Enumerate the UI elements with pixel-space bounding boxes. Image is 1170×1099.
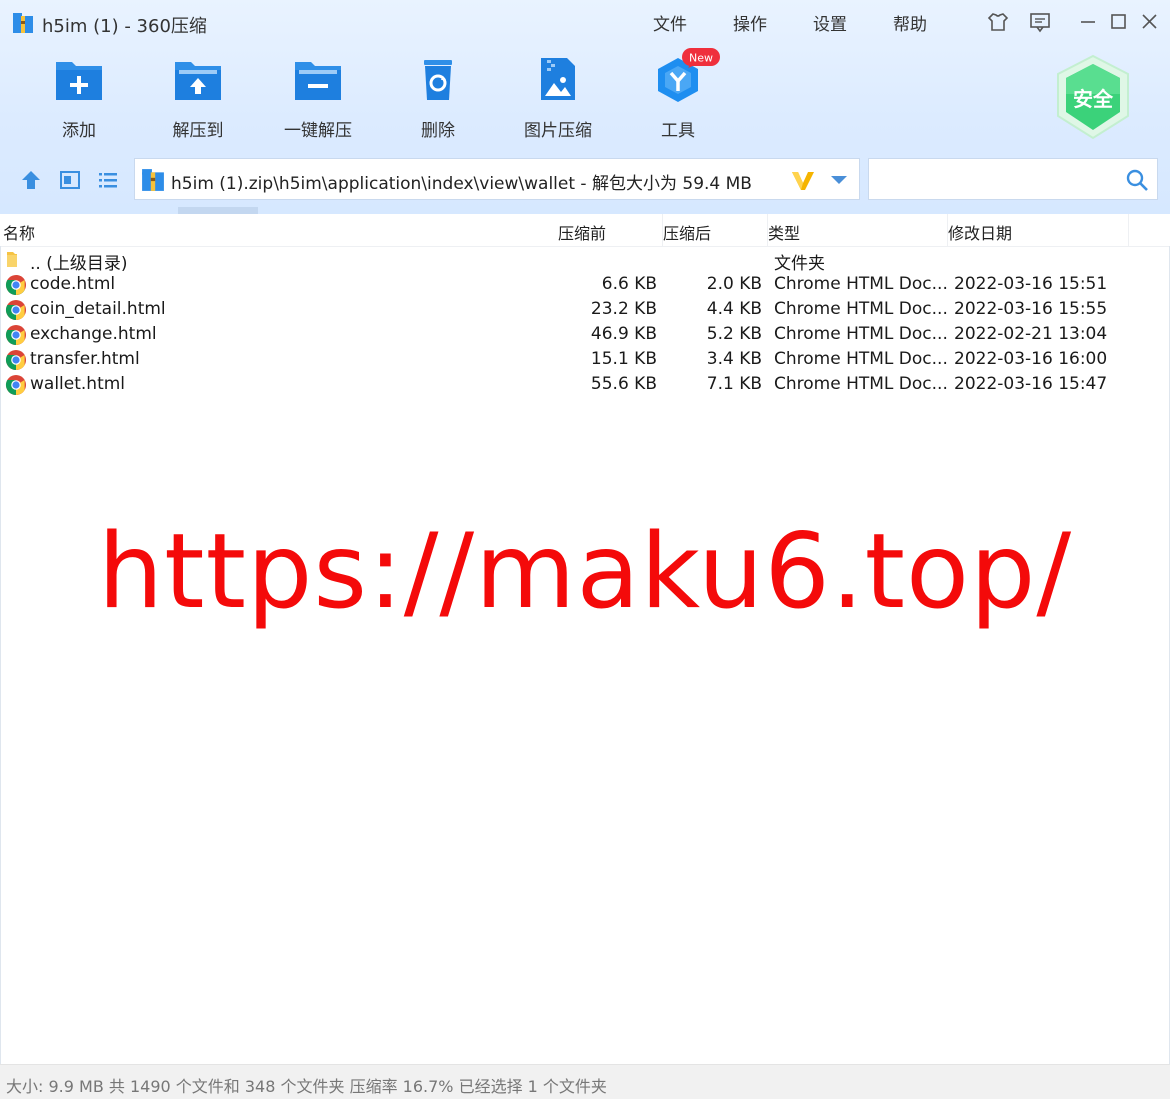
up-arrow-icon[interactable]	[19, 168, 43, 192]
file-name: .. (上级目录)	[30, 254, 128, 274]
title-bar: h5im (1) - 360压缩 文件 操作 设置 帮助	[0, 0, 1170, 46]
file-name: transfer.html	[30, 349, 140, 369]
file-name: coin_detail.html	[30, 299, 166, 319]
size-before: 46.9 KB	[590, 324, 657, 344]
column-modified[interactable]: 修改日期	[948, 220, 1012, 244]
add-label: 添加	[62, 121, 96, 141]
search-input[interactable]	[877, 166, 1121, 194]
minimize-icon[interactable]	[1076, 10, 1100, 34]
path-field[interactable]: h5im (1).zip\h5im\application\index\view…	[134, 158, 860, 200]
one-click-extract-icon	[295, 62, 341, 100]
feedback-icon[interactable]	[1028, 10, 1052, 34]
zip-archive-icon	[142, 169, 164, 191]
column-type[interactable]: 类型	[768, 220, 800, 244]
search-icon[interactable]	[1125, 168, 1149, 192]
modified-date: 2022-03-16 15:51	[954, 274, 1108, 294]
delete-label: 删除	[421, 121, 455, 141]
image-compress-label: 图片压缩	[524, 121, 592, 141]
tools-button[interactable]: 工具	[628, 56, 728, 146]
status-bar: 大小: 9.9 MB 共 1490 个文件和 348 个文件夹 压缩率 16.7…	[0, 1064, 1170, 1099]
one-click-extract-button[interactable]: 一键解压	[268, 56, 368, 146]
chrome-icon	[6, 275, 26, 295]
table-row[interactable]: exchange.html 46.9 KB 5.2 KB Chrome HTML…	[0, 322, 1170, 347]
search-field[interactable]	[868, 158, 1158, 200]
chrome-icon	[6, 350, 26, 370]
menu-help[interactable]: 帮助	[893, 10, 927, 35]
file-type: Chrome HTML Doc...	[774, 274, 948, 294]
new-badge: New	[682, 48, 720, 68]
file-name: exchange.html	[30, 324, 157, 344]
menu-file[interactable]: 文件	[653, 10, 687, 35]
one-click-extract-label: 一键解压	[284, 121, 352, 141]
app-chrome: h5im (1) - 360压缩 文件 操作 设置 帮助 添加 解压到 一键解压…	[0, 0, 1170, 214]
file-list-header: 名称 压缩前 压缩后 类型 修改日期	[0, 214, 1170, 247]
table-row-parent[interactable]: .. (上级目录) 文件夹	[0, 247, 1170, 274]
size-before: 6.6 KB	[601, 274, 657, 294]
vip-v-icon[interactable]	[790, 169, 816, 191]
extract-to-icon	[175, 62, 221, 100]
status-text: 大小: 9.9 MB 共 1490 个文件和 348 个文件夹 压缩率 16.7…	[6, 1077, 607, 1096]
chrome-icon	[6, 325, 26, 345]
table-row[interactable]: transfer.html 15.1 KB 3.4 KB Chrome HTML…	[0, 347, 1170, 372]
size-before: 15.1 KB	[590, 349, 657, 369]
add-button[interactable]: 添加	[29, 56, 129, 146]
app-logo-icon	[13, 13, 33, 33]
security-label: 安全	[1073, 87, 1114, 111]
chevron-down-icon[interactable]	[830, 175, 848, 185]
new-badge-text: New	[689, 52, 713, 65]
file-name: code.html	[30, 274, 116, 294]
file-type: 文件夹	[774, 254, 825, 274]
column-size-before[interactable]: 压缩前	[558, 220, 606, 244]
modified-date: 2022-03-16 16:00	[954, 349, 1108, 369]
image-compress-icon	[541, 58, 575, 100]
file-type: Chrome HTML Doc...	[774, 374, 948, 394]
folder-icon	[7, 252, 17, 267]
column-name[interactable]: 名称	[3, 220, 35, 244]
menu-settings[interactable]: 设置	[813, 10, 847, 35]
size-before: 23.2 KB	[590, 299, 657, 319]
chrome-icon	[6, 375, 26, 395]
menu-operation[interactable]: 操作	[733, 10, 767, 35]
column-divider[interactable]	[1128, 214, 1129, 246]
tools-label: 工具	[661, 121, 695, 141]
table-row[interactable]: code.html 6.6 KB 2.0 KB Chrome HTML Doc.…	[0, 272, 1170, 297]
file-type: Chrome HTML Doc...	[774, 324, 948, 344]
extract-to-label: 解压到	[172, 121, 224, 141]
delete-button[interactable]: 删除	[388, 56, 488, 146]
thumbnail-view-icon[interactable]	[58, 168, 82, 192]
delete-icon	[424, 60, 452, 100]
image-compress-button[interactable]: 图片压缩	[508, 56, 608, 146]
close-icon[interactable]	[1137, 10, 1161, 34]
path-text: h5im (1).zip\h5im\application\index\view…	[171, 174, 752, 194]
file-type: Chrome HTML Doc...	[774, 349, 948, 369]
table-row[interactable]: wallet.html 55.6 KB 7.1 KB Chrome HTML D…	[0, 372, 1170, 397]
size-before: 55.6 KB	[590, 374, 657, 394]
watermark-url: https://maku6.top/	[97, 512, 1073, 632]
security-shield-icon[interactable]: 安全	[1054, 54, 1132, 140]
size-after: 7.1 KB	[706, 374, 762, 394]
list-view-icon[interactable]	[96, 168, 120, 192]
window-title: h5im (1) - 360压缩	[42, 16, 207, 37]
column-size-after[interactable]: 压缩后	[663, 220, 711, 244]
file-name: wallet.html	[30, 374, 126, 394]
list-left-border	[0, 246, 1, 1064]
chrome-icon	[6, 300, 26, 320]
skin-icon[interactable]	[986, 10, 1010, 34]
extract-to-button[interactable]: 解压到	[148, 56, 248, 146]
maximize-icon[interactable]	[1106, 10, 1130, 34]
size-after: 5.2 KB	[706, 324, 762, 344]
modified-date: 2022-02-21 13:04	[954, 324, 1108, 344]
modified-date: 2022-03-16 15:55	[954, 299, 1108, 319]
modified-date: 2022-03-16 15:47	[954, 374, 1108, 394]
size-after: 3.4 KB	[706, 349, 762, 369]
size-after: 2.0 KB	[706, 274, 762, 294]
size-after: 4.4 KB	[706, 299, 762, 319]
path-tab-indicator	[178, 207, 258, 214]
table-row[interactable]: coin_detail.html 23.2 KB 4.4 KB Chrome H…	[0, 297, 1170, 322]
add-folder-icon	[56, 62, 102, 100]
file-type: Chrome HTML Doc...	[774, 299, 948, 319]
